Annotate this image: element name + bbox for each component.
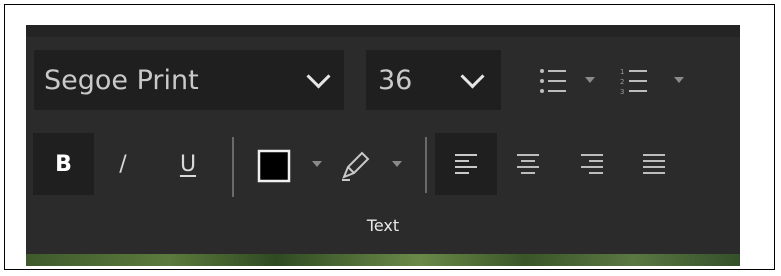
font-family-value: Segoe Print <box>44 64 199 96</box>
highlighter-button[interactable] <box>338 149 372 187</box>
align-justify-icon <box>643 154 665 174</box>
chevron-down-icon <box>460 64 485 89</box>
numbered-list-icon: 1 2 3 <box>620 68 647 96</box>
font-size-value: 36 <box>378 64 413 96</box>
underline-button[interactable]: U <box>166 133 210 195</box>
text-group-label: Text <box>366 216 400 235</box>
align-left-icon <box>455 154 477 174</box>
bullet-list-icon <box>540 69 566 93</box>
font-color-icon <box>257 149 291 183</box>
chevron-down-icon <box>306 64 331 89</box>
panel-top-bar <box>26 25 740 37</box>
highlighter-icon <box>342 151 370 181</box>
font-family-dropdown[interactable]: Segoe Print <box>34 50 344 110</box>
bold-button[interactable]: B <box>33 133 94 195</box>
toolbar-divider <box>232 137 234 197</box>
align-right-icon <box>581 154 603 174</box>
italic-button[interactable]: / <box>101 133 145 195</box>
background-image-strip <box>26 254 740 266</box>
svg-text:3: 3 <box>620 88 624 96</box>
font-size-dropdown[interactable]: 36 <box>366 50 501 110</box>
numbered-list-caret-icon[interactable] <box>674 77 684 83</box>
toolbar-divider <box>425 137 427 193</box>
svg-text:1: 1 <box>620 68 624 76</box>
align-center-icon <box>517 154 539 174</box>
numbered-list-button[interactable]: 1 2 3 <box>619 66 649 100</box>
bullet-list-button[interactable] <box>538 66 568 100</box>
svg-text:2: 2 <box>620 78 624 86</box>
align-justify-button[interactable] <box>641 151 667 181</box>
align-right-button[interactable] <box>579 151 605 181</box>
bullet-list-caret-icon[interactable] <box>585 77 595 83</box>
highlighter-caret-icon[interactable] <box>392 161 402 167</box>
font-color-caret-icon[interactable] <box>312 161 322 167</box>
align-left-button[interactable] <box>435 133 497 195</box>
align-center-button[interactable] <box>515 151 541 181</box>
font-color-button[interactable] <box>257 149 291 187</box>
